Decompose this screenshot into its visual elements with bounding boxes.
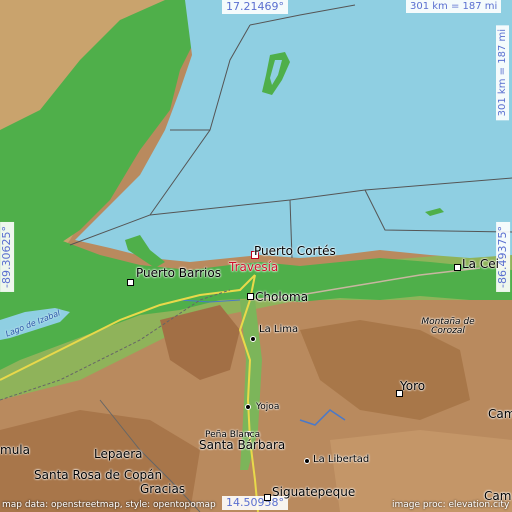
la-ceiba-label: La Cei: [462, 257, 499, 271]
map[interactable]: 17.21469° 14.50958° 301 km = 187 mi -89.…: [0, 0, 512, 512]
montana-corozal-label: Montaña de Corozal: [421, 317, 475, 336]
scale-vertical-label: 301 km = 187 mi: [496, 25, 509, 121]
choloma-marker[interactable]: [247, 293, 254, 300]
gualala-label: mula: [0, 443, 30, 457]
puerto-barrios-marker[interactable]: [127, 279, 134, 286]
scale-label: 301 km = 187 mi: [406, 0, 502, 13]
lepaera-label: Lepaera: [94, 447, 143, 461]
santa-barbara-label: Santa Bárbara: [199, 438, 286, 452]
la-ceiba-marker[interactable]: [454, 264, 461, 271]
la-lima-marker[interactable]: [250, 336, 256, 342]
choloma-label: Choloma: [255, 290, 309, 304]
puerto-cortes-label: Puerto Cortés: [254, 244, 336, 258]
la-libertad-label: La Libertad: [313, 454, 370, 465]
gracias-label: Gracias: [140, 482, 186, 496]
map-credit: map data: openstreetmap, style: opentopo…: [2, 500, 216, 510]
latitude-top-label: 17.21469°: [222, 0, 288, 15]
siguatepeque-label: Siguatepeque: [272, 485, 356, 499]
yojoa-label: Yojoa: [256, 402, 280, 412]
yoro-label: Yoro: [400, 379, 426, 393]
cam-label-1: Cam: [488, 407, 512, 421]
image-credit: image proc: elevation.city: [392, 500, 510, 510]
santa-rosa-label: Santa Rosa de Copán: [34, 468, 163, 482]
siguatepeque-marker[interactable]: [264, 494, 271, 501]
yojoa-marker[interactable]: [245, 404, 251, 410]
travesia-label: Travesía: [229, 260, 279, 274]
la-lima-label: La Lima: [259, 324, 299, 335]
la-libertad-marker[interactable]: [304, 458, 310, 464]
puerto-barrios-label: Puerto Barrios: [136, 266, 221, 280]
longitude-left-label: -89.30625°: [0, 222, 15, 292]
